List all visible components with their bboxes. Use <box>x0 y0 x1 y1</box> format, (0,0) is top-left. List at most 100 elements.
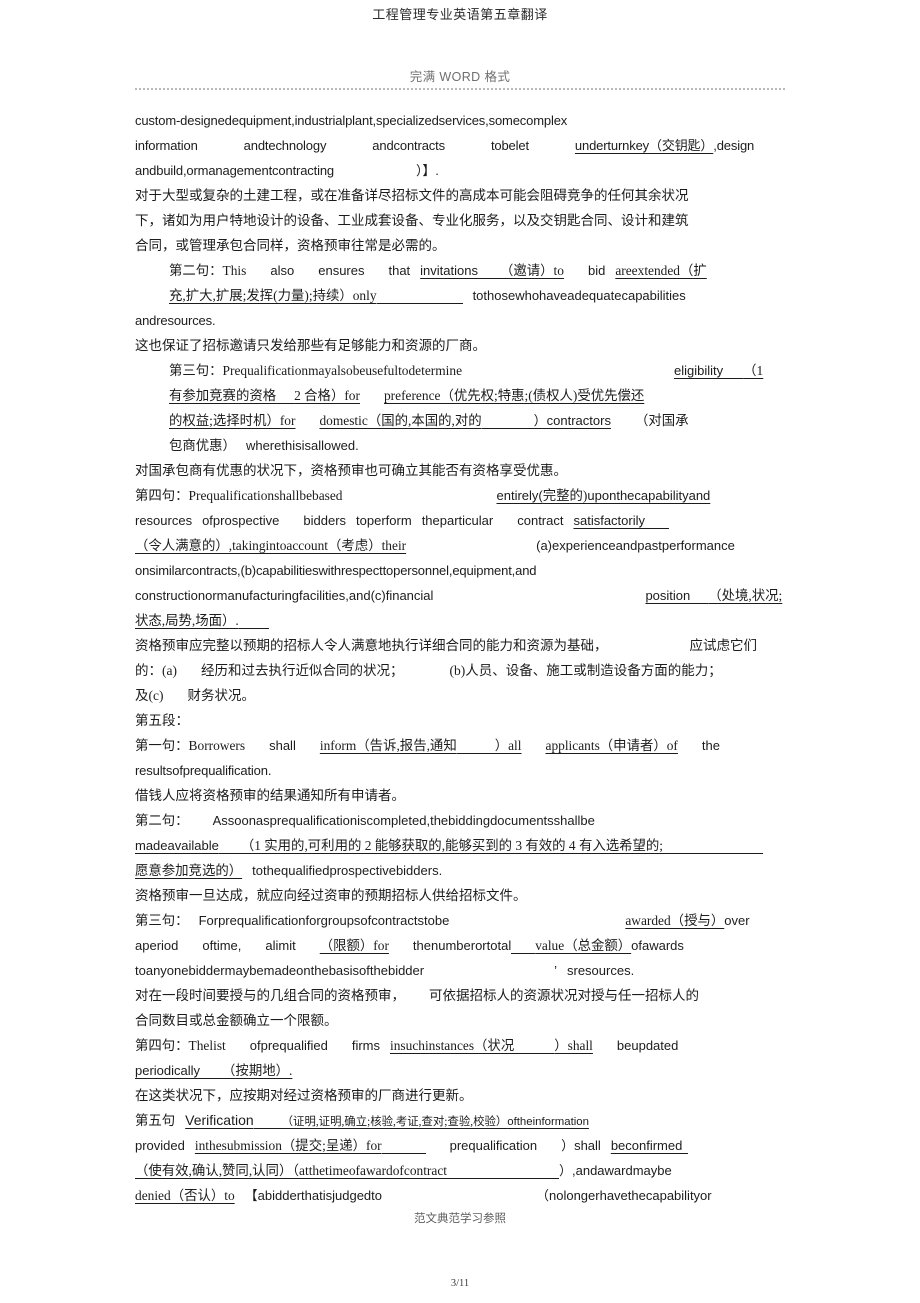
text-line: information andtechnology andcontracts tobe… <box>135 133 785 158</box>
line-text: denied（否认）to <box>135 1188 235 1203</box>
line-text: （处境,状况; <box>708 588 783 603</box>
text-line: 有参加竞赛的资格 2 合格）for preference（优先权;特惠;(债权人)受… <box>135 383 785 408</box>
line-text: onsimilarcontracts,(b)capabilitieswithre… <box>135 563 537 578</box>
line-text: 财务状况。 <box>187 688 255 703</box>
line-text: （邀请）to <box>499 263 564 278</box>
line-text: 第五句 <box>135 1113 176 1128</box>
text-line: provided inthesubmission（提交;呈递）for prequal… <box>135 1133 785 1158</box>
line-text: information <box>135 138 198 153</box>
line-text: ofprequalified <box>249 1038 328 1053</box>
line-text: thenumberortotal <box>412 938 512 953</box>
text-line: 包商优惠） wherethisisallowed. <box>135 433 785 458</box>
line-text: 第二句：This <box>169 263 247 278</box>
document-page: 工程管理专业英语第五章翻译 完满 WORD 格式 custom-designed… <box>0 0 920 1303</box>
text-line: onsimilarcontracts,(b)capabilitieswithre… <box>135 558 785 583</box>
line-text: firms <box>351 1038 380 1053</box>
line-text: ensures <box>318 263 365 278</box>
line-text: madeavailable <box>135 838 219 853</box>
line-text: ）,andawardmaybe <box>559 1163 672 1178</box>
line-text: （对国承 <box>634 413 689 428</box>
line-text: 可依据招标人的资源状况对授与任一招标人的 <box>429 988 699 1003</box>
line-text: ofprospective <box>202 513 280 528</box>
line-text: over <box>724 913 750 928</box>
text-line: 在这类状况下，应按期对经过资格预审的厂商进行更新。 <box>135 1083 785 1108</box>
line-text: invitations <box>420 263 478 278</box>
text-line: 及(c) 财务状况。 <box>135 683 785 708</box>
line-text: ,design <box>713 138 755 153</box>
line-text: periodically <box>135 1063 201 1078</box>
line-text: preference（优先权;特惠;(债权人)受优先偿还 <box>383 388 645 403</box>
line-text: inthesubmission（提交;呈递）for <box>194 1138 382 1153</box>
line-text: 充,扩大,扩展;发挥(力量);持续）only <box>169 288 377 303</box>
text-line: aperiod oftime, alimit （限额）for thenumberorto… <box>135 933 785 958</box>
text-line: 的：(a) 经历和过去执行近似合同的状况； (b)人员、设备、施工或制造设备方面的能… <box>135 658 785 683</box>
line-text: 完整的) <box>542 488 588 503</box>
line-text: entirely( <box>496 488 543 503</box>
line-text: 第四句：Prequalificationshallbebased <box>135 488 343 503</box>
text-line: madeavailable （1 实用的,可利用的 2 能够获取的,能够买到的 3… <box>135 833 785 858</box>
text-line: 第五段： <box>135 708 785 733</box>
line-text: position <box>645 588 691 603</box>
line-text: （nolongerhavethecapabilityor <box>536 1188 712 1203</box>
line-text: inform（告诉,报告,通知 <box>319 738 457 753</box>
line-text: Verification <box>185 1112 254 1128</box>
line-text: theparticular <box>421 513 494 528</box>
line-text: sresources. <box>567 963 635 978</box>
line-text: 愿意参加竞选的） <box>135 863 243 878</box>
line-text: beupdated <box>616 1038 679 1053</box>
text-line: andbuild,ormanagementcontracting ）】. <box>135 158 785 183</box>
line-text: tothosewhohaveadequatecapabilities <box>472 288 686 303</box>
line-text: （证明,证明,确立;核验,考证,查对;查验,校验） <box>281 1116 508 1128</box>
line-text: underturnkey（交钥匙） <box>574 138 714 153</box>
line-text: constructionormanufacturingfacilities,an… <box>135 588 434 603</box>
line-text: 经历和过去执行近似合同的状况； <box>200 663 404 678</box>
line-text: resultsofprequalification. <box>135 763 272 778</box>
line-text: tothequalifiedprospectivebidders. <box>252 863 443 878</box>
text-line: custom-designedequipment,industrialplant… <box>135 108 785 133</box>
line-text: alimit <box>265 938 296 953</box>
line-text: 第三句：Prequalificationmayalsobeusefultodet… <box>169 363 463 378</box>
line-text: 对国承包商有优惠的状况下，资格预审也可确立其能否有资格享受优惠。 <box>135 463 567 478</box>
line-text: ）shall <box>561 1138 601 1153</box>
line-text: 包商优惠） <box>169 438 236 453</box>
line-text: ofawards <box>631 938 684 953</box>
line-text: toperform <box>356 513 412 528</box>
line-text: Assoonasprequalificationiscompleted,theb… <box>212 813 595 828</box>
line-text: (b)人员、设备、施工或制造设备方面的能力； <box>449 663 722 678</box>
line-text: tobelet <box>490 138 529 153</box>
text-line: andresources. <box>135 308 785 333</box>
text-line: 资格预审应完整以预期的招标人令人满意地执行详细合同的能力和资源为基础， 应试虑它们 <box>135 633 785 658</box>
line-text: awarded（授与） <box>625 913 725 928</box>
text-line: 第三句： Forprequalificationforgroupsofcontra… <box>135 908 785 933</box>
text-line: 第四句：Prequalificationshallbebased entirely… <box>135 483 785 508</box>
line-text: applicants（申请者）of <box>545 738 678 753</box>
line-text: 资格预审应完整以预期的招标人令人满意地执行详细合同的能力和资源为基础， <box>135 638 608 653</box>
line-text: andbuild,ormanagementcontracting <box>135 163 334 178</box>
line-text: （使有效,确认,赞同,认同）（atthetimeofawardofcontrac… <box>135 1163 447 1178</box>
line-text: also <box>270 263 295 278</box>
line-text: 合同，或管理承包合同样，资格预审往常是必需的。 <box>135 238 446 253</box>
text-line: （使有效,确认,赞同,认同）（atthetimeofawardofcontrac… <box>135 1158 785 1183</box>
line-text: the <box>701 738 720 753</box>
text-line: 状态,局势,场面）. <box>135 608 785 633</box>
text-line: constructionormanufacturingfacilities,an… <box>135 583 785 608</box>
line-text: （1 <box>743 363 764 378</box>
text-line: 合同数目或总金额确立一个限额。 <box>135 1008 785 1033</box>
text-line: 第一句：Borrowers shall inform（告诉,报告,通知 ）all app… <box>135 733 785 758</box>
text-line: 的权益;选择时机）for domestic（国的,本国的,对的 ）contracto… <box>135 408 785 433</box>
text-line: resultsofprequalification. <box>135 758 785 783</box>
line-text: satisfactorily <box>573 513 646 528</box>
line-text: ）all <box>494 738 522 753</box>
line-text: 这也保证了招标邀请只发给那些有足够能力和资源的厂商。 <box>135 338 486 353</box>
line-text: 第一句：Borrowers <box>135 738 246 753</box>
line-text: aperiod <box>135 938 179 953</box>
line-text: Forprequalificationforgroupsofcontractst… <box>198 913 450 928</box>
line-text: 第二句： <box>135 813 189 828</box>
line-text: toanyonebiddermaybemadeonthebasisofthebi… <box>135 963 425 978</box>
line-text: （令人满意的）,takingintoaccount（考虑）their <box>135 538 407 553</box>
text-line: 借钱人应将资格预审的结果通知所有申请者。 <box>135 783 785 808</box>
footer-note: 范文典范学习参照 <box>414 1213 506 1225</box>
line-text: 的：(a) <box>135 663 177 678</box>
line-text: 合同数目或总金额确立一个限额。 <box>135 1013 338 1028</box>
line-text: 下，诸如为用户特地设计的设备、工业成套设备、专业化服务，以及交钥匙合同、设计和建… <box>135 213 689 228</box>
